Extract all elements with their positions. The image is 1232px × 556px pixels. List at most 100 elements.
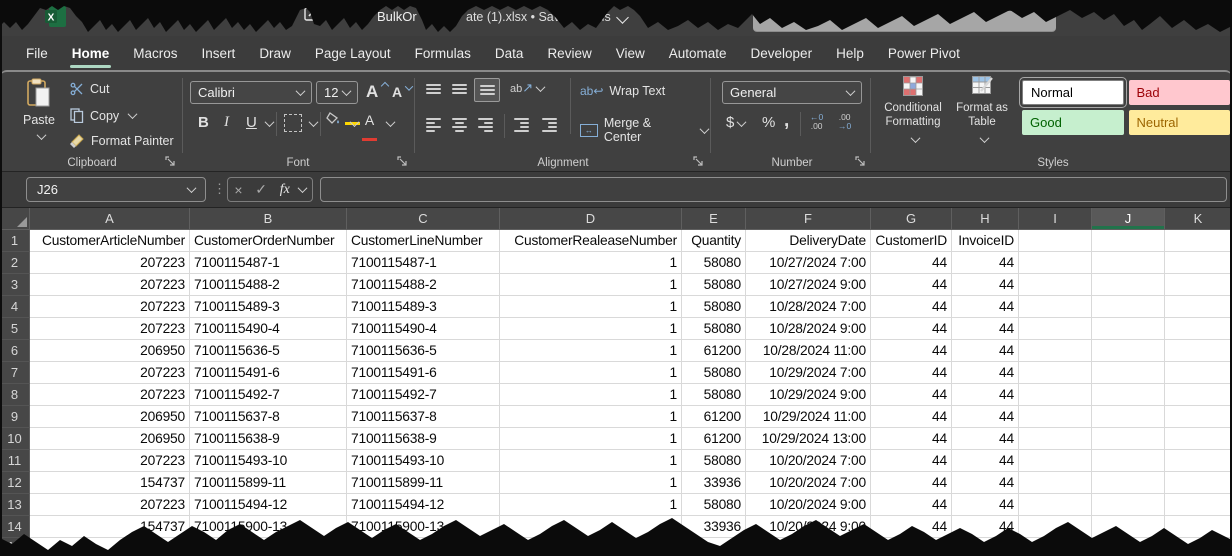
grid-cell[interactable] [1019,384,1092,406]
grid-cell[interactable]: 44 [952,362,1019,384]
grid-cell[interactable]: 7100115493-10 [347,450,500,472]
decrease-indent-button[interactable] [514,118,529,132]
copy-button[interactable]: Copy [70,108,136,123]
grid-cell[interactable]: 33936 [682,516,746,538]
grid-cell[interactable]: 61200 [682,428,746,450]
grid-cell[interactable]: 7100115491-6 [190,362,347,384]
cell-style-neutral[interactable]: Neutral [1129,110,1231,135]
align-right-button[interactable] [478,118,493,132]
field-header-cell[interactable] [1165,230,1232,252]
menu-tab-formulas[interactable]: Formulas [403,36,483,70]
field-header-cell[interactable]: InvoiceID [952,230,1019,252]
grid-cell[interactable]: 44 [871,296,952,318]
grid-cell[interactable] [347,538,500,556]
field-header-cell[interactable]: CustomerLineNumber [347,230,500,252]
field-header-cell[interactable] [1092,230,1165,252]
grid-cell[interactable]: 1 [500,516,682,538]
grid-cell[interactable]: 207223 [30,384,190,406]
grid-cell[interactable]: 61200 [682,340,746,362]
grid-cell[interactable]: 44 [871,274,952,296]
grid-cell[interactable]: 10/28/2024 11:00 [746,340,871,362]
grid-cell[interactable]: 206950 [30,340,190,362]
increase-indent-button[interactable] [542,118,557,132]
cancel-button[interactable]: × [234,182,242,198]
grid-cell[interactable] [1019,450,1092,472]
font-color-button[interactable]: A [362,112,377,146]
alignment-dialog-launcher-icon[interactable] [693,156,705,168]
grid-cell[interactable]: 44 [871,516,952,538]
grid-cell[interactable]: 7100115489-3 [347,296,500,318]
column-header-D[interactable]: D [500,208,682,230]
align-middle-button[interactable] [452,84,467,94]
font-dialog-launcher-icon[interactable] [397,156,409,168]
grid-cell[interactable] [1092,450,1165,472]
grid-cell[interactable]: 44 [952,384,1019,406]
borders-chevron-icon[interactable] [309,117,319,127]
menu-tab-help[interactable]: Help [824,36,876,70]
menu-tab-insert[interactable]: Insert [190,36,248,70]
grid-cell[interactable]: 10/29/2024 7:00 [746,362,871,384]
grid-cell[interactable]: 7100115899-11 [347,472,500,494]
cut-button[interactable]: Cut [70,82,109,96]
grid-cell[interactable] [1092,362,1165,384]
search-box[interactable] [753,11,1056,32]
grid-cell[interactable] [1092,318,1165,340]
row-header-6[interactable]: 6 [0,340,30,362]
grid-cell[interactable]: 1 [500,362,682,384]
grid-cell[interactable] [1092,252,1165,274]
grid-cell[interactable] [1019,428,1092,450]
clipboard-dialog-launcher-icon[interactable] [165,156,177,168]
grid-cell[interactable]: 44 [952,494,1019,516]
grid-cell[interactable]: 7100115636-5 [347,340,500,362]
menu-tab-draw[interactable]: Draw [247,36,303,70]
cell-style-good[interactable]: Good [1022,110,1124,135]
grid-cell[interactable]: 206950 [30,406,190,428]
column-header-E[interactable]: E [682,208,746,230]
row-header-9[interactable]: 9 [0,406,30,428]
grid-cell[interactable] [1165,450,1232,472]
align-top-button[interactable] [426,84,441,94]
grid-cell[interactable]: 58080 [682,450,746,472]
percent-button[interactable]: % [762,114,775,131]
grid-cell[interactable] [1019,516,1092,538]
column-header-K[interactable]: K [1165,208,1232,230]
menu-tab-home[interactable]: Home [60,36,122,70]
grid-cell[interactable]: 10/20/2024 9:00 [746,494,871,516]
grid-cell[interactable]: 1 [500,384,682,406]
grid-cell[interactable] [1092,472,1165,494]
grid-cell[interactable] [1092,428,1165,450]
formula-input[interactable] [320,177,1227,202]
name-box[interactable]: J26 [26,177,206,202]
field-header-cell[interactable] [1019,230,1092,252]
row-header-3[interactable]: 3 [0,274,30,296]
underline-button[interactable]: U [246,114,257,131]
grid-cell[interactable]: 7100115900-13 [190,516,347,538]
row-header-13[interactable]: 13 [0,494,30,516]
grid-cell[interactable] [682,538,746,556]
formula-bar-resize-handle[interactable]: ⋮ [213,181,226,197]
grid-cell[interactable] [871,538,952,556]
column-header-C[interactable]: C [347,208,500,230]
grid-cell[interactable]: 44 [952,428,1019,450]
grid-cell[interactable]: 44 [871,494,952,516]
grid-cell[interactable]: 7100115493-10 [190,450,347,472]
grid-cell[interactable]: 58080 [682,384,746,406]
insert-function-button[interactable]: fx [280,182,290,198]
grid-cell[interactable] [1019,340,1092,362]
grid-cell[interactable]: 44 [952,252,1019,274]
grid-cell[interactable]: 207223 [30,252,190,274]
grid-cell[interactable] [1092,516,1165,538]
grid-cell[interactable] [190,538,347,556]
grid-cell[interactable] [1165,428,1232,450]
grid-cell[interactable] [1019,362,1092,384]
grid-cell[interactable]: 7100115487-1 [347,252,500,274]
grid-cell[interactable]: 207223 [30,494,190,516]
grid-cell[interactable]: 10/20/2024 7:00 [746,450,871,472]
menu-tab-power-pivot[interactable]: Power Pivot [876,36,972,70]
grid-cell[interactable] [1019,406,1092,428]
decrease-font-size-button[interactable]: A [392,84,402,100]
grid-cell[interactable]: 7100115638-9 [347,428,500,450]
grid-cell[interactable] [1019,538,1092,556]
comma-style-button[interactable]: , [784,110,789,132]
number-dialog-launcher-icon[interactable] [855,156,867,168]
